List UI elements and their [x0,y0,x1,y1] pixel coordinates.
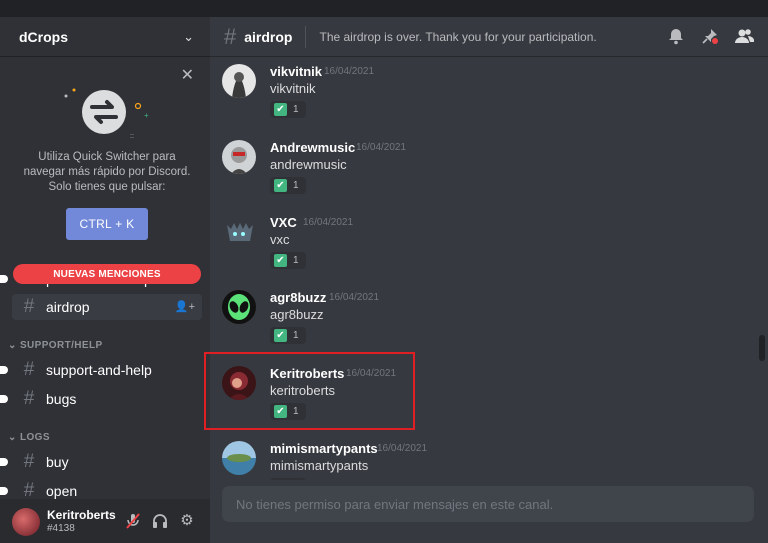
channel-buy[interactable]: # buy [0,449,202,475]
message-timestamp: 16/04/2021 [303,217,354,228]
hash-icon: # [224,23,237,49]
avatar[interactable] [222,215,256,249]
invite-user-icon[interactable]: 👤+ [175,300,195,313]
user-panel: Keritroberts #4138 ⚙ [0,499,210,543]
unread-indicator [0,458,8,466]
avatar[interactable] [12,508,40,536]
svg-text:::: :: [130,133,134,140]
quick-switcher-text: Utiliza Quick Switcher para navegar más … [23,151,191,193]
unread-indicator [0,395,8,403]
reaction[interactable]: ✔ 1 [270,252,306,269]
message-input: No tienes permiso para enviar mensajes e… [222,486,754,522]
channel-bugs[interactable]: # bugs [0,386,202,412]
avatar[interactable] [222,290,256,324]
message-timestamp: 16/04/2021 [377,443,428,454]
avatar[interactable] [222,64,256,98]
category-logs[interactable]: ⌄ LOGS [8,432,50,443]
category-label: SUPPORT/HELP [19,340,103,351]
channel-title: airdrop [244,28,293,45]
check-mark-icon: ✔ [274,254,287,267]
unread-indicator [0,366,8,374]
message-author[interactable]: vikvitnik [270,64,322,79]
chevron-down-icon[interactable]: ⌄ [183,29,194,45]
member-list-icon[interactable] [734,27,755,47]
message-content: mimismartypants [270,458,369,473]
header-divider [305,25,307,48]
message-content: vikvitnik [270,81,316,96]
channel-label: bugs [46,391,77,407]
chevron-down-icon: ⌄ [8,432,20,443]
message-timestamp: 16/04/2021 [329,292,380,303]
channel-label: buy [46,454,69,470]
ctrl-k-button[interactable]: CTRL + K [66,208,148,240]
message-timestamp: 16/04/2021 [324,66,375,77]
channel-sidebar: dCrops ⌄ ✕ + :: Utiliza Quick Switcher p… [0,17,210,543]
channel-topic[interactable]: The airdrop is over. Thank you for your … [319,30,596,44]
quick-switcher-tip: ✕ + :: Utiliza Quick Switcher para naveg… [0,58,210,258]
channel-label: airdrop [46,299,90,315]
reaction[interactable]: ✔ 1 [270,101,306,118]
gear-icon[interactable]: ⚙ [178,512,196,530]
channel-label: open [46,483,78,499]
hash-icon: # [23,296,35,317]
hash-icon: # [23,359,35,380]
check-mark-icon: ✔ [274,329,287,342]
channel-label: support-and-help [46,362,152,378]
svg-text:+: + [144,111,149,120]
server-name: dCrops [19,28,68,45]
unread-indicator [0,275,8,283]
server-header[interactable]: dCrops ⌄ [0,17,210,57]
close-icon[interactable]: ✕ [181,65,194,85]
message-author[interactable]: VXC [270,215,297,230]
sparkle-icon: + :: [64,88,149,140]
user-tag: #4138 [47,523,75,534]
message-timestamp: 16/04/2021 [356,142,407,153]
headphones-icon[interactable] [151,512,169,530]
reaction[interactable]: ✔ 1 [270,177,306,194]
check-mark-icon: ✔ [274,179,287,192]
message-author[interactable]: Andrewmusic [270,140,355,155]
reaction-count: 1 [293,330,299,341]
channel-airdrop[interactable]: # airdrop 👤+ [12,294,202,320]
message-author[interactable]: agr8buzz [270,290,326,305]
reaction-count: 1 [293,180,299,191]
avatar[interactable] [222,140,256,174]
category-label: LOGS [19,432,50,443]
channel-header: # airdrop The airdrop is over. Thank you… [210,17,768,57]
unread-indicator [0,487,8,495]
category-support-help[interactable]: ⌄ SUPPORT/HELP [8,340,103,351]
hash-icon: # [23,388,35,409]
reaction-count: 1 [293,255,299,266]
message-author[interactable]: mimismartypants [270,441,378,456]
reaction-count: 1 [293,104,299,115]
bell-icon[interactable] [666,27,686,47]
chevron-down-icon: ⌄ [8,340,20,351]
channel-support-and-help[interactable]: # support-and-help [0,357,202,383]
window-top-strip [0,0,768,17]
reaction[interactable]: ✔ 1 [270,327,306,344]
message-content: vxc [270,232,290,247]
message-content: agr8buzz [270,307,324,322]
hash-icon: # [23,451,35,472]
scrollbar-thumb[interactable] [759,335,765,361]
username: Keritroberts [47,508,116,522]
avatar[interactable] [222,441,256,475]
check-mark-icon: ✔ [274,103,287,116]
mute-microphone-icon[interactable] [124,512,142,530]
pin-icon[interactable] [700,27,720,47]
new-mentions-banner[interactable]: NUEVAS MENCIONES [13,264,201,284]
highlight-box [204,352,415,430]
message-content: andrewmusic [270,157,347,172]
